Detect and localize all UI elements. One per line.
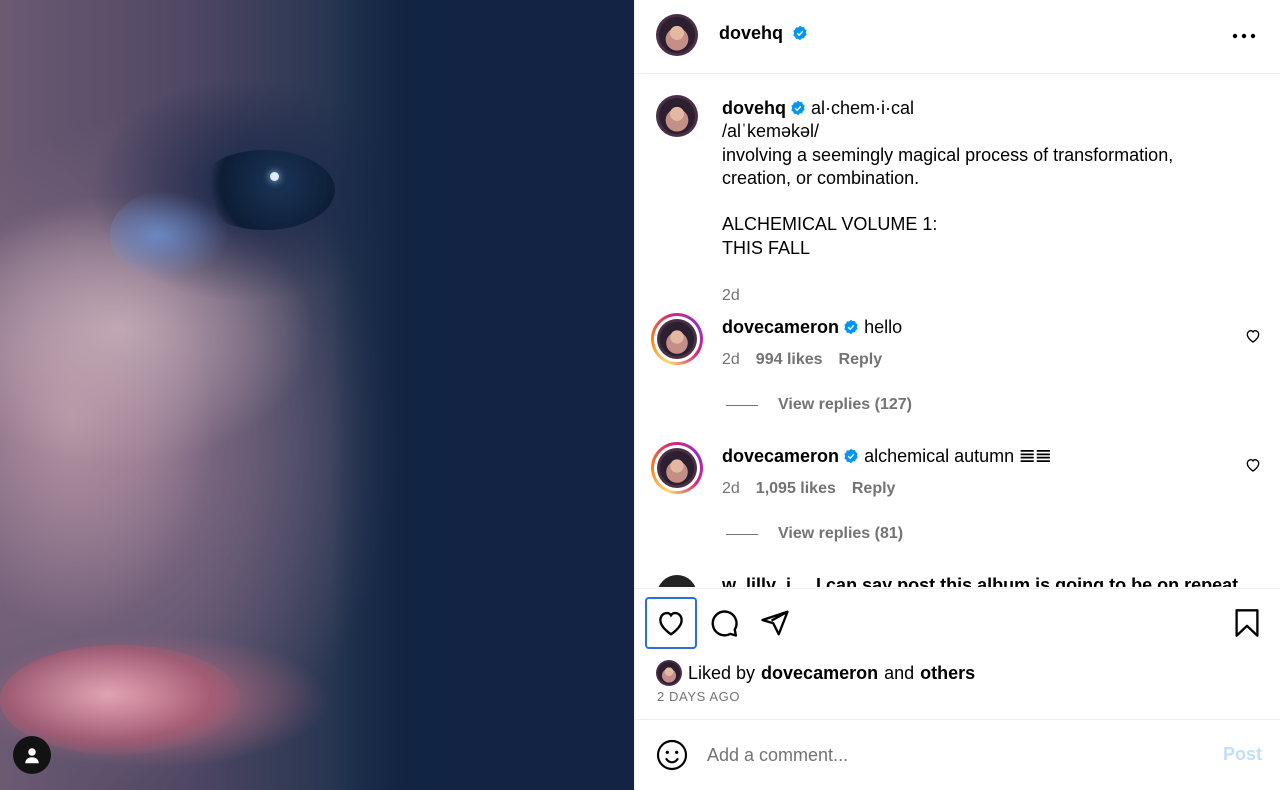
view-replies-label[interactable]: View replies (127) xyxy=(778,396,912,414)
post-panel: dovehq dovehq al·chem·i·cal /alˈkeməkəl/… xyxy=(634,0,1280,790)
post-comment-button[interactable]: Post xyxy=(1223,744,1262,765)
author-username[interactable]: dovehq xyxy=(719,23,808,44)
more-icon xyxy=(1232,33,1256,39)
caption-word: al·chem·i·cal xyxy=(811,98,915,118)
heart-icon xyxy=(659,611,683,636)
liked-by-user[interactable]: dovecameron xyxy=(761,663,878,684)
reply-button[interactable]: Reply xyxy=(852,480,896,498)
replies-divider xyxy=(726,533,758,535)
comment-text: alchemical autumn 𝌆𝌆 xyxy=(864,446,1052,466)
liked-by-prefix: Liked by xyxy=(688,662,756,683)
commenter-avatar[interactable] xyxy=(657,575,697,587)
media-eye xyxy=(195,150,335,230)
comment-item-partial: w_lilly_i ... I can say post this album … xyxy=(651,575,1251,587)
comment-button[interactable] xyxy=(698,597,750,649)
author-username-text[interactable]: dovehq xyxy=(719,23,783,43)
post-timestamp[interactable]: 2 DAYS AGO xyxy=(657,689,740,704)
media-hair-shadow xyxy=(330,0,634,790)
more-options-button[interactable] xyxy=(1232,24,1256,48)
comment-text: hello xyxy=(864,317,903,337)
post-actions: Liked by dovecameron and others 2 DAYS A… xyxy=(635,588,1280,720)
post-media[interactable] xyxy=(0,0,634,790)
story-ring[interactable] xyxy=(651,442,703,494)
verified-icon xyxy=(844,448,858,464)
commenter-username[interactable]: dovecameron xyxy=(722,317,839,337)
view-replies-button[interactable]: View replies (127) xyxy=(726,396,912,414)
like-button[interactable] xyxy=(645,597,697,649)
verified-icon xyxy=(793,25,807,41)
verified-icon xyxy=(844,319,858,335)
liked-by: Liked by dovecameron and others xyxy=(656,660,975,686)
tagged-profile-button[interactable] xyxy=(13,736,51,774)
liked-by-and: and xyxy=(884,662,915,683)
replies-divider xyxy=(726,404,758,406)
share-icon xyxy=(761,610,789,636)
comment-time: 2d xyxy=(722,480,740,497)
caption-username[interactable]: dovehq xyxy=(722,98,786,118)
add-comment-bar: Post xyxy=(635,721,1280,790)
commenter-avatar xyxy=(657,319,697,359)
comment-input[interactable] xyxy=(707,739,1187,771)
comment-meta: 2d 1,095 likes Reply xyxy=(722,480,895,498)
comment-body: dovecameron hello xyxy=(722,317,902,338)
comments-list[interactable]: dovehq al·chem·i·cal /alˈkeməkəl/ involv… xyxy=(635,75,1280,587)
emoji-icon[interactable] xyxy=(656,739,688,771)
heart-icon[interactable] xyxy=(1245,457,1261,473)
comment-item: dovecameron hello 2d 994 likes Reply Vie… xyxy=(651,313,1261,423)
caption-body: dovehq al·chem·i·cal /alˈkeməkəl/ involv… xyxy=(722,97,1242,260)
comment-icon xyxy=(711,610,738,637)
commenter-avatar xyxy=(657,448,697,488)
reply-button[interactable]: Reply xyxy=(839,351,883,369)
liked-by-others[interactable]: others xyxy=(920,663,975,684)
caption-text: /alˈkeməkəl/ involving a seemingly magic… xyxy=(722,121,1174,258)
save-icon xyxy=(1235,609,1259,637)
profile-icon xyxy=(25,748,39,764)
heart-icon[interactable] xyxy=(1245,328,1261,344)
comment-meta: 2d 994 likes Reply xyxy=(722,351,882,369)
comment-time: 2d xyxy=(722,351,740,368)
liker-avatar[interactable] xyxy=(656,660,682,686)
commenter-username[interactable]: dovecameron xyxy=(722,446,839,466)
verified-icon xyxy=(791,100,805,116)
media-eye-glint xyxy=(270,172,279,181)
save-button[interactable] xyxy=(1221,597,1273,649)
comment-likes[interactable]: 994 likes xyxy=(756,351,823,369)
view-replies-button[interactable]: View replies (81) xyxy=(726,525,903,543)
story-ring[interactable] xyxy=(651,313,703,365)
comment-body: dovecameron alchemical autumn 𝌆𝌆 xyxy=(722,446,1051,467)
post-header: dovehq xyxy=(635,0,1280,74)
author-avatar[interactable] xyxy=(656,14,698,56)
caption-time: 2d xyxy=(722,287,740,304)
caption-avatar[interactable] xyxy=(656,95,698,137)
comment-item: dovecameron alchemical autumn 𝌆𝌆 2d 1,09… xyxy=(651,442,1261,552)
partial-comment-text: w_lilly_i ... I can say post this album … xyxy=(722,575,1239,587)
view-replies-label[interactable]: View replies (81) xyxy=(778,525,903,543)
comment-likes[interactable]: 1,095 likes xyxy=(756,480,836,498)
share-button[interactable] xyxy=(749,597,801,649)
